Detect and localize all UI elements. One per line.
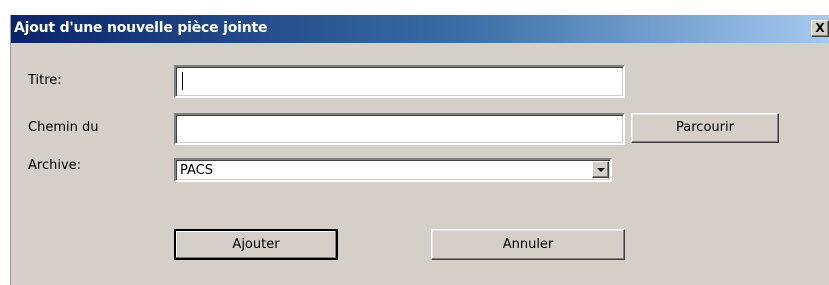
chevron-down-icon [597, 168, 605, 172]
add-button[interactable]: Ajouter [174, 229, 338, 260]
title-input[interactable] [174, 65, 625, 98]
title-label: Titre: [28, 73, 62, 88]
title-bar[interactable]: Ajout d'une nouvelle pièce jointe X [11, 15, 829, 43]
text-caret [182, 72, 183, 90]
cancel-button[interactable]: Annuler [431, 229, 625, 260]
close-icon: X [815, 21, 825, 35]
window-title: Ajout d'une nouvelle pièce jointe [14, 20, 268, 36]
add-attachment-dialog: Ajout d'une nouvelle pièce jointe X Titr… [10, 15, 829, 285]
archive-dropdown-button[interactable] [592, 161, 609, 178]
archive-select-value: PACS [180, 163, 214, 178]
cancel-button-label: Annuler [502, 237, 554, 252]
browse-button-label: Parcourir [676, 120, 734, 135]
browse-button[interactable]: Parcourir [631, 113, 779, 143]
add-button-label: Ajouter [232, 237, 280, 252]
archive-select[interactable]: PACS [174, 158, 612, 182]
archive-label: Archive: [28, 158, 82, 173]
path-label: Chemin du [28, 120, 99, 135]
close-button[interactable]: X [811, 20, 829, 37]
path-input[interactable] [174, 113, 625, 145]
